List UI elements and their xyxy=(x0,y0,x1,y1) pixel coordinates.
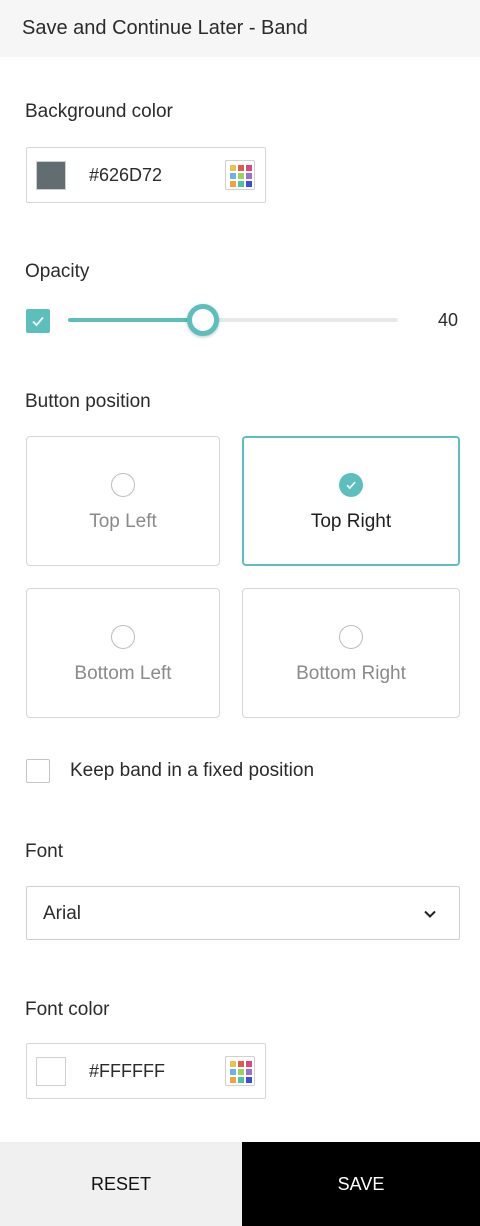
position-option-bottom-right[interactable]: Bottom Right xyxy=(242,588,460,718)
opacity-value: 40 xyxy=(437,310,458,330)
radio-unchecked-icon xyxy=(339,625,363,649)
panel-header: Save and Continue Later - Band xyxy=(0,0,480,57)
palette-dot xyxy=(246,1069,252,1075)
radio-unchecked-icon xyxy=(111,625,135,649)
font-select[interactable]: Arial xyxy=(26,886,460,940)
position-option-label: Top Left xyxy=(89,511,157,532)
palette-dot xyxy=(246,1077,252,1083)
panel-footer: RESET SAVE xyxy=(0,1142,480,1226)
palette-dot xyxy=(230,1069,236,1075)
background-color-hex: #626D72 xyxy=(89,165,163,185)
color-palette-icon[interactable] xyxy=(225,160,255,190)
band-settings-panel: Save and Continue Later - Band Backgroun… xyxy=(0,0,480,1226)
palette-dot xyxy=(238,173,244,179)
palette-dot xyxy=(238,1069,244,1075)
palette-dot xyxy=(246,165,252,171)
position-option-label: Top Right xyxy=(310,511,392,532)
fixed-position-label: Keep band in a fixed position xyxy=(70,760,315,781)
opacity-checkbox[interactable] xyxy=(26,309,50,333)
fixed-position-checkbox[interactable] xyxy=(26,759,50,783)
palette-dot xyxy=(230,1061,236,1067)
background-color-field[interactable]: #626D72 xyxy=(26,147,266,203)
save-button[interactable]: SAVE xyxy=(242,1142,480,1226)
radio-unchecked-icon xyxy=(111,473,135,497)
font-label: Font xyxy=(25,841,64,862)
palette-dot xyxy=(230,1077,236,1083)
font-color-field[interactable]: #FFFFFF xyxy=(26,1043,266,1099)
font-color-hex: #FFFFFF xyxy=(89,1061,165,1081)
position-option-bottom-left[interactable]: Bottom Left xyxy=(26,588,220,718)
palette-dot xyxy=(238,181,244,187)
reset-button[interactable]: RESET xyxy=(0,1142,242,1226)
opacity-slider-thumb[interactable] xyxy=(187,304,220,336)
position-option-label: Bottom Right xyxy=(296,663,406,684)
position-option-top-left[interactable]: Top Left xyxy=(26,436,220,566)
palette-dot xyxy=(238,165,244,171)
checkmark-icon xyxy=(32,316,44,327)
palette-dot xyxy=(230,181,236,187)
font-color-swatch[interactable] xyxy=(36,1057,66,1086)
opacity-slider-track[interactable] xyxy=(68,304,398,336)
palette-dot xyxy=(238,1061,244,1067)
position-option-label: Bottom Left xyxy=(74,663,172,684)
background-color-swatch[interactable] xyxy=(36,161,66,190)
palette-dot xyxy=(230,165,236,171)
position-option-top-right[interactable]: Top Right xyxy=(242,436,460,566)
font-color-label: Font color xyxy=(25,999,110,1020)
font-select-value: Arial xyxy=(43,903,82,924)
palette-dot xyxy=(230,173,236,179)
button-position-label: Button position xyxy=(25,391,151,412)
palette-dot xyxy=(246,173,252,179)
palette-dot xyxy=(246,181,252,187)
radio-checked-icon xyxy=(339,473,363,497)
background-color-label: Background color xyxy=(25,101,173,122)
palette-dot xyxy=(246,1061,252,1067)
color-palette-icon[interactable] xyxy=(225,1056,255,1086)
chevron-down-icon xyxy=(424,910,436,918)
palette-dot xyxy=(238,1077,244,1083)
opacity-label: Opacity xyxy=(25,261,90,282)
opacity-slider-fill xyxy=(68,318,204,322)
panel-title: Save and Continue Later - Band xyxy=(22,17,308,39)
